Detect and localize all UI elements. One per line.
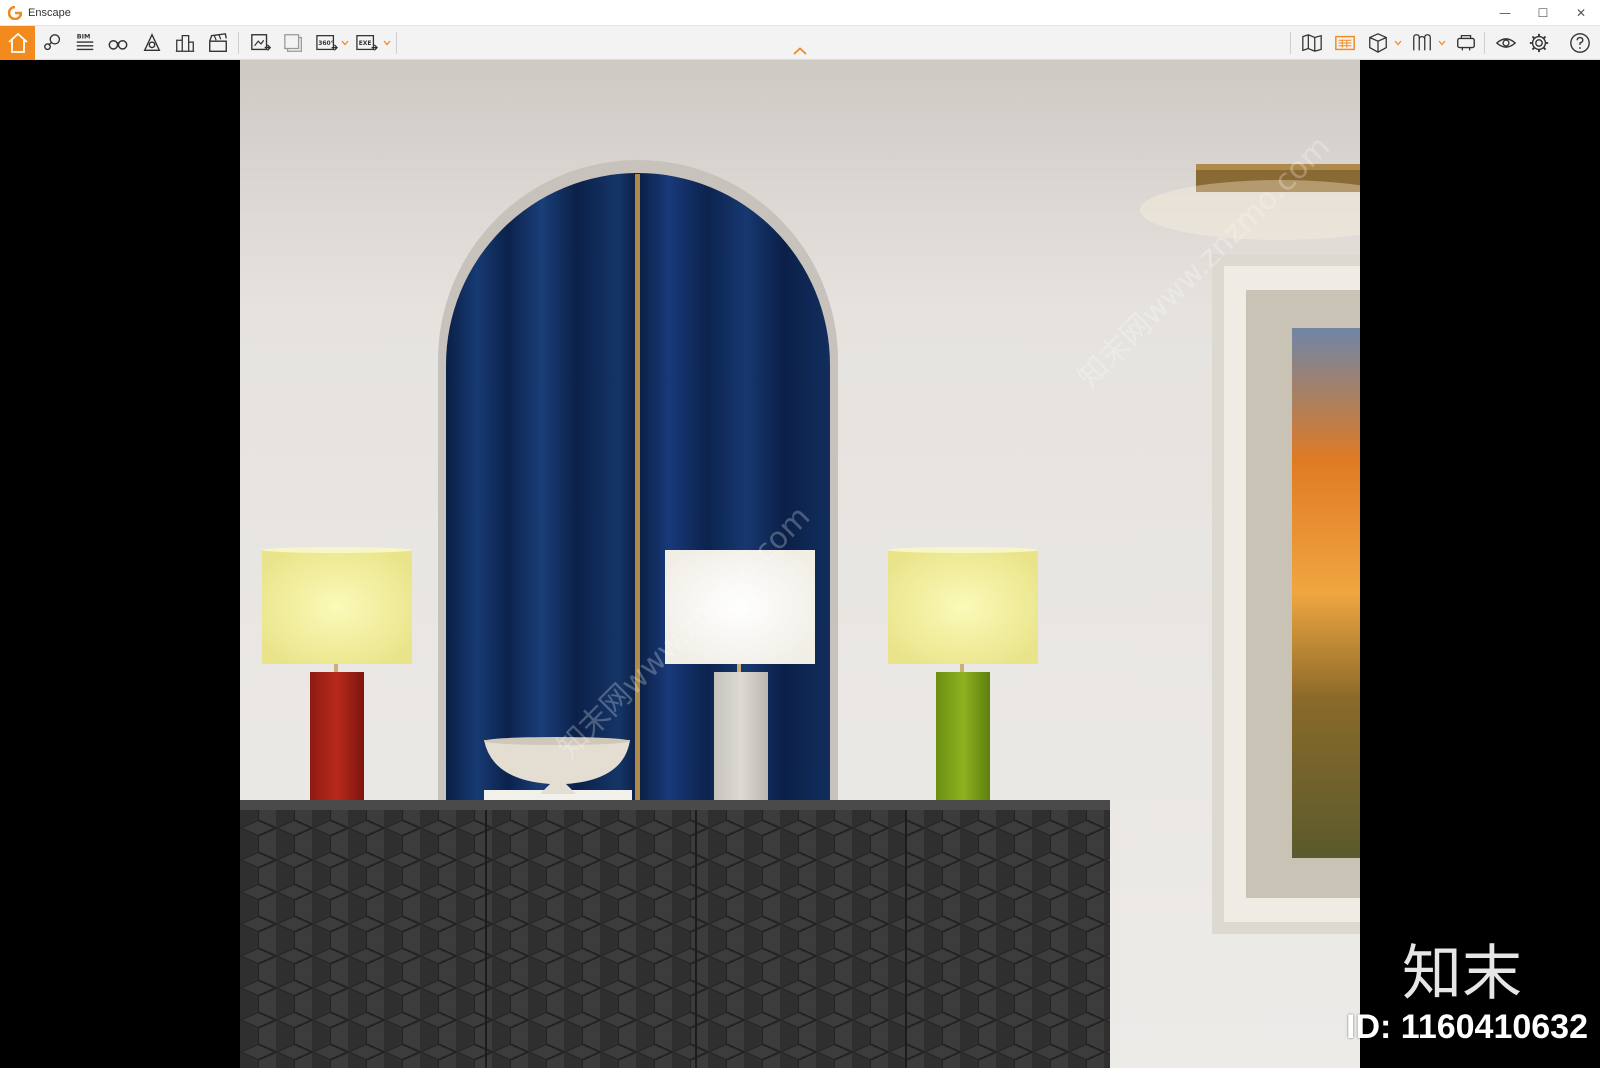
maximize-button[interactable]: ☐ xyxy=(1524,0,1562,26)
chevron-down-icon xyxy=(341,40,349,46)
vr-headset-icon xyxy=(1457,35,1475,51)
navigation-button[interactable] xyxy=(137,28,167,58)
home-icon xyxy=(7,32,28,53)
clapperboard-icon xyxy=(209,33,227,52)
screenshot-button[interactable] xyxy=(246,28,276,58)
batch-render-icon xyxy=(284,34,302,52)
export-dropdown[interactable] xyxy=(382,36,392,50)
chevron-up-icon xyxy=(793,47,807,55)
binoculars-icon xyxy=(108,39,128,50)
material-dropdown[interactable] xyxy=(1437,36,1447,50)
help-button[interactable] xyxy=(1565,28,1595,58)
brand-mark: 知末 xyxy=(1402,939,1522,1006)
asset-id-label: ID: 1160410632 xyxy=(1346,1008,1588,1046)
svg-text:知末: 知末 xyxy=(1402,939,1522,1006)
rendered-scene[interactable]: 知末网www.znzmo.com 知末网www.znzmo.com xyxy=(240,60,1360,1068)
material-editor-icon xyxy=(1413,34,1431,51)
render-360-icon: 360° xyxy=(316,35,338,51)
home-button[interactable] xyxy=(0,26,35,60)
export-exe-icon: EXE xyxy=(356,35,378,51)
help-icon xyxy=(1570,33,1590,53)
collapse-toolbar-toggle[interactable] xyxy=(790,44,810,58)
main-toolbar: BIM 360° EXE xyxy=(0,26,1600,60)
render-360-button[interactable]: 360° xyxy=(312,28,342,58)
bim-label: BIM xyxy=(77,32,91,40)
minimize-button[interactable]: — xyxy=(1486,0,1524,26)
asset-library-icon xyxy=(1335,35,1355,51)
asset-library-button[interactable] xyxy=(1330,28,1360,58)
map-button[interactable] xyxy=(1297,28,1327,58)
screenshot-icon xyxy=(251,34,272,51)
location-button[interactable] xyxy=(38,28,68,58)
close-button[interactable]: ✕ xyxy=(1562,0,1600,26)
view-cube-icon xyxy=(1369,33,1387,53)
vr-headset-button[interactable] xyxy=(1451,28,1481,58)
chevron-down-icon xyxy=(1438,40,1446,46)
painting xyxy=(1292,328,1360,858)
exe-label: EXE xyxy=(359,40,372,47)
bim-button[interactable]: BIM xyxy=(70,28,100,58)
view-cube-button[interactable] xyxy=(1363,28,1393,58)
export-exe-button[interactable]: EXE xyxy=(352,28,382,58)
sideboard-cabinet xyxy=(240,800,1110,1068)
location-pin-icon xyxy=(44,34,61,51)
visibility-icon xyxy=(1495,38,1517,48)
batch-render-button[interactable] xyxy=(279,28,309,58)
toolbar-separator xyxy=(1290,32,1291,54)
bim-list-icon: BIM xyxy=(76,32,94,51)
render-viewport[interactable]: 知末网www.znzmo.com 知末网www.znzmo.com 知末 ID:… xyxy=(0,60,1600,1068)
material-editor-button[interactable] xyxy=(1407,28,1437,58)
video-editor-button[interactable] xyxy=(203,28,233,58)
brass-strip xyxy=(635,174,640,800)
render-360-dropdown[interactable] xyxy=(340,36,350,50)
toolbar-separator xyxy=(238,32,239,54)
buildings-icon xyxy=(175,35,195,52)
scene-render: 知末网www.znzmo.com 知末网www.znzmo.com xyxy=(240,60,1360,1068)
window-controls: — ☐ ✕ xyxy=(1486,0,1600,26)
visibility-button[interactable] xyxy=(1491,28,1521,58)
enscape-logo-icon xyxy=(8,5,22,20)
settings-icon xyxy=(1529,33,1549,53)
toolbar-separator xyxy=(396,32,397,54)
window-title: Enscape xyxy=(28,6,71,19)
chevron-down-icon xyxy=(1394,40,1402,46)
toolbar-separator xyxy=(1484,32,1485,54)
site-context-button[interactable] xyxy=(170,28,200,58)
chevron-down-icon xyxy=(383,40,391,46)
navigation-icon xyxy=(143,33,161,52)
view-dropdown[interactable] xyxy=(1393,36,1403,50)
title-bar: Enscape — ☐ ✕ xyxy=(0,0,1600,26)
render-360-label: 360° xyxy=(318,40,333,47)
views-button[interactable] xyxy=(103,28,133,58)
settings-button[interactable] xyxy=(1524,28,1554,58)
map-icon xyxy=(1302,34,1322,52)
